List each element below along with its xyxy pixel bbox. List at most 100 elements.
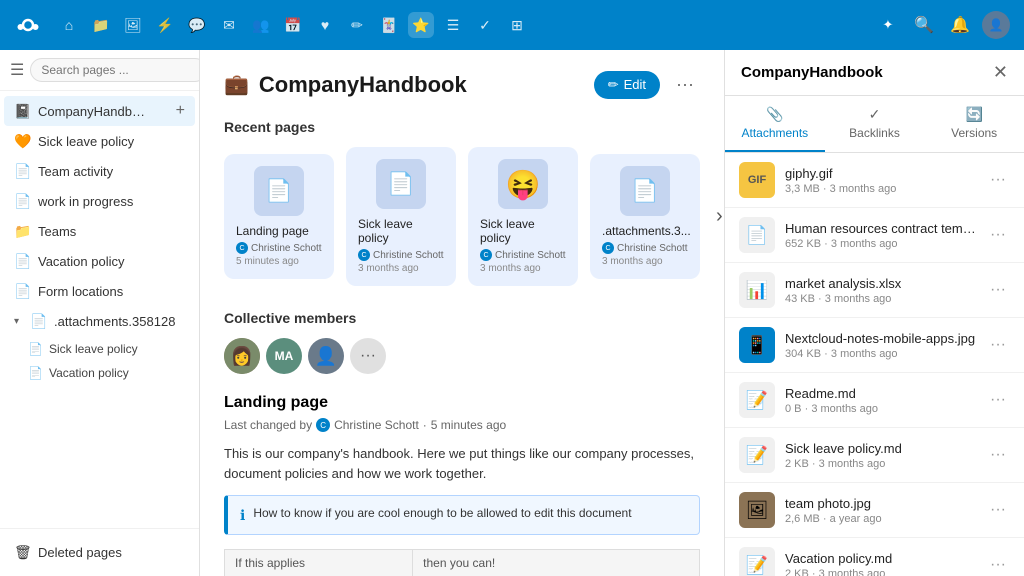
- wip-icon: 📄: [14, 193, 32, 210]
- attachment-more-1[interactable]: ···: [986, 224, 1010, 246]
- page-icon: 💼: [224, 72, 249, 97]
- attachment-info-3: Nextcloud-notes-mobile-apps.jpg 304 KB ·…: [785, 331, 976, 360]
- attachment-more-0[interactable]: ···: [986, 169, 1010, 191]
- tab-versions[interactable]: 🔄 Versions: [924, 96, 1024, 152]
- add-icon[interactable]: ✦: [872, 9, 904, 41]
- search-icon[interactable]: 🔍: [908, 9, 940, 41]
- member-avatar-1[interactable]: 👩: [224, 338, 260, 374]
- attachment-name-1: Human resources contract template.pdf: [785, 221, 976, 236]
- nav-talk-icon[interactable]: 💬: [184, 12, 210, 38]
- nav-notes-icon[interactable]: ✏: [344, 12, 370, 38]
- attachment-more-6[interactable]: ···: [986, 499, 1010, 521]
- nav-list-icon[interactable]: ☰: [440, 12, 466, 38]
- attachment-item-3[interactable]: 📱 Nextcloud-notes-mobile-apps.jpg 304 KB…: [725, 318, 1024, 373]
- sidebar-item-attachments[interactable]: ▾ 📄 .attachments.358128: [4, 307, 195, 336]
- attachment-thumb-6: 🖼: [739, 492, 775, 528]
- page-card-0[interactable]: 📄 Landing page C Christine Schott 5 minu…: [224, 154, 334, 279]
- attachment-more-3[interactable]: ···: [986, 334, 1010, 356]
- attachment-meta-1: 652 KB · 3 months ago: [785, 238, 976, 250]
- page-card-2[interactable]: 😝 Sick leave policy C Christine Schott 3…: [468, 147, 578, 286]
- members-more-button[interactable]: ···: [350, 338, 386, 374]
- notifications-icon[interactable]: 🔔: [944, 9, 976, 41]
- recent-pages-title: Recent pages: [224, 119, 700, 135]
- attachment-more-5[interactable]: ···: [986, 444, 1010, 466]
- attachment-info-2: market analysis.xlsx 43 KB · 3 months ag…: [785, 276, 976, 305]
- attachments-tab-icon: 📎: [766, 106, 783, 123]
- sidebar-item-deleted[interactable]: 🗑 Deleted pages: [4, 538, 195, 567]
- nav-collectives-icon[interactable]: ⭐: [408, 12, 434, 38]
- attachment-thumb-4: 📝: [739, 382, 775, 418]
- sidebar-item-vacation-policy[interactable]: 📄 Vacation policy: [4, 247, 195, 276]
- sick-leave-icon: 🧡: [14, 133, 32, 150]
- info-box: ℹ How to know if you are cool enough to …: [224, 495, 700, 535]
- page-more-button[interactable]: ···: [670, 70, 700, 99]
- attachment-item-0[interactable]: GIF giphy.gif 3,3 MB · 3 months ago ···: [725, 153, 1024, 208]
- attachment-thumb-3: 📱: [739, 327, 775, 363]
- nav-files-icon[interactable]: 📁: [88, 12, 114, 38]
- sidebar-item-companyhandbook[interactable]: 📓 CompanyHandbo... ··· +: [4, 96, 195, 126]
- right-panel: CompanyHandbook ✕ 📎 Attachments ✓ Backli…: [724, 50, 1024, 576]
- search-input[interactable]: [30, 58, 200, 82]
- sidebar-item-form-locations[interactable]: 📄 Form locations: [4, 277, 195, 306]
- attachment-item-1[interactable]: 📄 Human resources contract template.pdf …: [725, 208, 1024, 263]
- sidebar-item-team-activity[interactable]: 📄 Team activity: [4, 157, 195, 186]
- page-card-1[interactable]: 📄 Sick leave policy C Christine Schott 3…: [346, 147, 456, 286]
- sidebar-item-add-icon[interactable]: +: [176, 102, 185, 120]
- carousel-next-button[interactable]: ›: [712, 201, 724, 232]
- landing-section: Landing page Last changed by C Christine…: [224, 394, 700, 576]
- attachment-more-4[interactable]: ···: [986, 389, 1010, 411]
- nav-activity-icon[interactable]: ⚡: [152, 12, 178, 38]
- companyhandbook-icon: 📓: [14, 103, 32, 120]
- tab-backlinks[interactable]: ✓ Backlinks: [825, 96, 925, 152]
- attachment-item-2[interactable]: 📊 market analysis.xlsx 43 KB · 3 months …: [725, 263, 1024, 318]
- attachment-item-5[interactable]: 📝 Sick leave policy.md 2 KB · 3 months a…: [725, 428, 1024, 483]
- attachment-name-7: Vacation policy.md: [785, 551, 976, 566]
- page-card-3-title: .attachments.3...: [602, 224, 688, 238]
- page-card-3[interactable]: 📄 .attachments.3... C Christine Schott 3…: [590, 154, 700, 279]
- landing-title: Landing page: [224, 394, 700, 412]
- member-avatar-3[interactable]: 👤: [308, 338, 344, 374]
- attachment-more-7[interactable]: ···: [986, 554, 1010, 576]
- nav-contacts-icon[interactable]: 👥: [248, 12, 274, 38]
- nav-grid-icon[interactable]: ⊞: [504, 12, 530, 38]
- nav-photos-icon[interactable]: 🖼: [120, 12, 146, 38]
- attachments-list: GIF giphy.gif 3,3 MB · 3 months ago ··· …: [725, 153, 1024, 576]
- page-card-3-time: 3 months ago: [602, 256, 688, 267]
- edit-label: Edit: [624, 77, 646, 92]
- info-box-text: How to know if you are cool enough to be…: [253, 506, 631, 520]
- sidebar-item-sick-leave[interactable]: 🧡 Sick leave policy: [4, 127, 195, 156]
- attachment-item-6[interactable]: 🖼 team photo.jpg 2,6 MB · a year ago ···: [725, 483, 1024, 538]
- sidebar-subitem-sick-leave[interactable]: 📄 Sick leave policy: [0, 337, 199, 361]
- form-locations-icon: 📄: [14, 283, 32, 300]
- sidebar-menu-icon[interactable]: ☰: [10, 60, 24, 80]
- attachment-info-5: Sick leave policy.md 2 KB · 3 months ago: [785, 441, 976, 470]
- nav-tasks-icon[interactable]: ✓: [472, 12, 498, 38]
- nextcloud-logo[interactable]: [12, 9, 44, 41]
- nav-deck-icon[interactable]: 🃏: [376, 12, 402, 38]
- landing-meta-separator: ·: [423, 418, 427, 432]
- attachment-thumb-0: GIF: [739, 162, 775, 198]
- edit-button[interactable]: ✏ Edit: [594, 71, 660, 99]
- tab-attachments[interactable]: 📎 Attachments: [725, 96, 825, 152]
- nav-home-icon[interactable]: ⌂: [56, 12, 82, 38]
- sidebar-item-teams[interactable]: 📁 Teams: [4, 217, 195, 246]
- attachment-info-4: Readme.md 0 B · 3 months ago: [785, 386, 976, 415]
- page-card-2-title: Sick leave policy: [480, 217, 566, 245]
- page-card-2-icon: 😝: [498, 159, 548, 209]
- attachment-item-4[interactable]: 📝 Readme.md 0 B · 3 months ago ···: [725, 373, 1024, 428]
- page-card-0-icon: 📄: [254, 166, 304, 216]
- attachment-item-7[interactable]: 📝 Vacation policy.md 2 KB · 3 months ago…: [725, 538, 1024, 576]
- nav-calendar-icon[interactable]: 📅: [280, 12, 306, 38]
- page-card-2-time: 3 months ago: [480, 263, 566, 274]
- member-avatar-2[interactable]: MA: [266, 338, 302, 374]
- sidebar-subitem-vacation[interactable]: 📄 Vacation policy: [0, 361, 199, 385]
- backlinks-tab-icon: ✓: [869, 106, 881, 123]
- attachments-collapse-icon: ▾: [14, 316, 24, 327]
- right-panel-close-button[interactable]: ✕: [993, 62, 1008, 83]
- profile-icon[interactable]: 👤: [980, 9, 1012, 41]
- sidebar-item-work-in-progress[interactable]: 📄 work in progress: [4, 187, 195, 216]
- nav-mail-icon[interactable]: ✉: [216, 12, 242, 38]
- nav-favorites-icon[interactable]: ♥: [312, 12, 338, 38]
- attachment-meta-6: 2,6 MB · a year ago: [785, 513, 976, 525]
- attachment-more-2[interactable]: ···: [986, 279, 1010, 301]
